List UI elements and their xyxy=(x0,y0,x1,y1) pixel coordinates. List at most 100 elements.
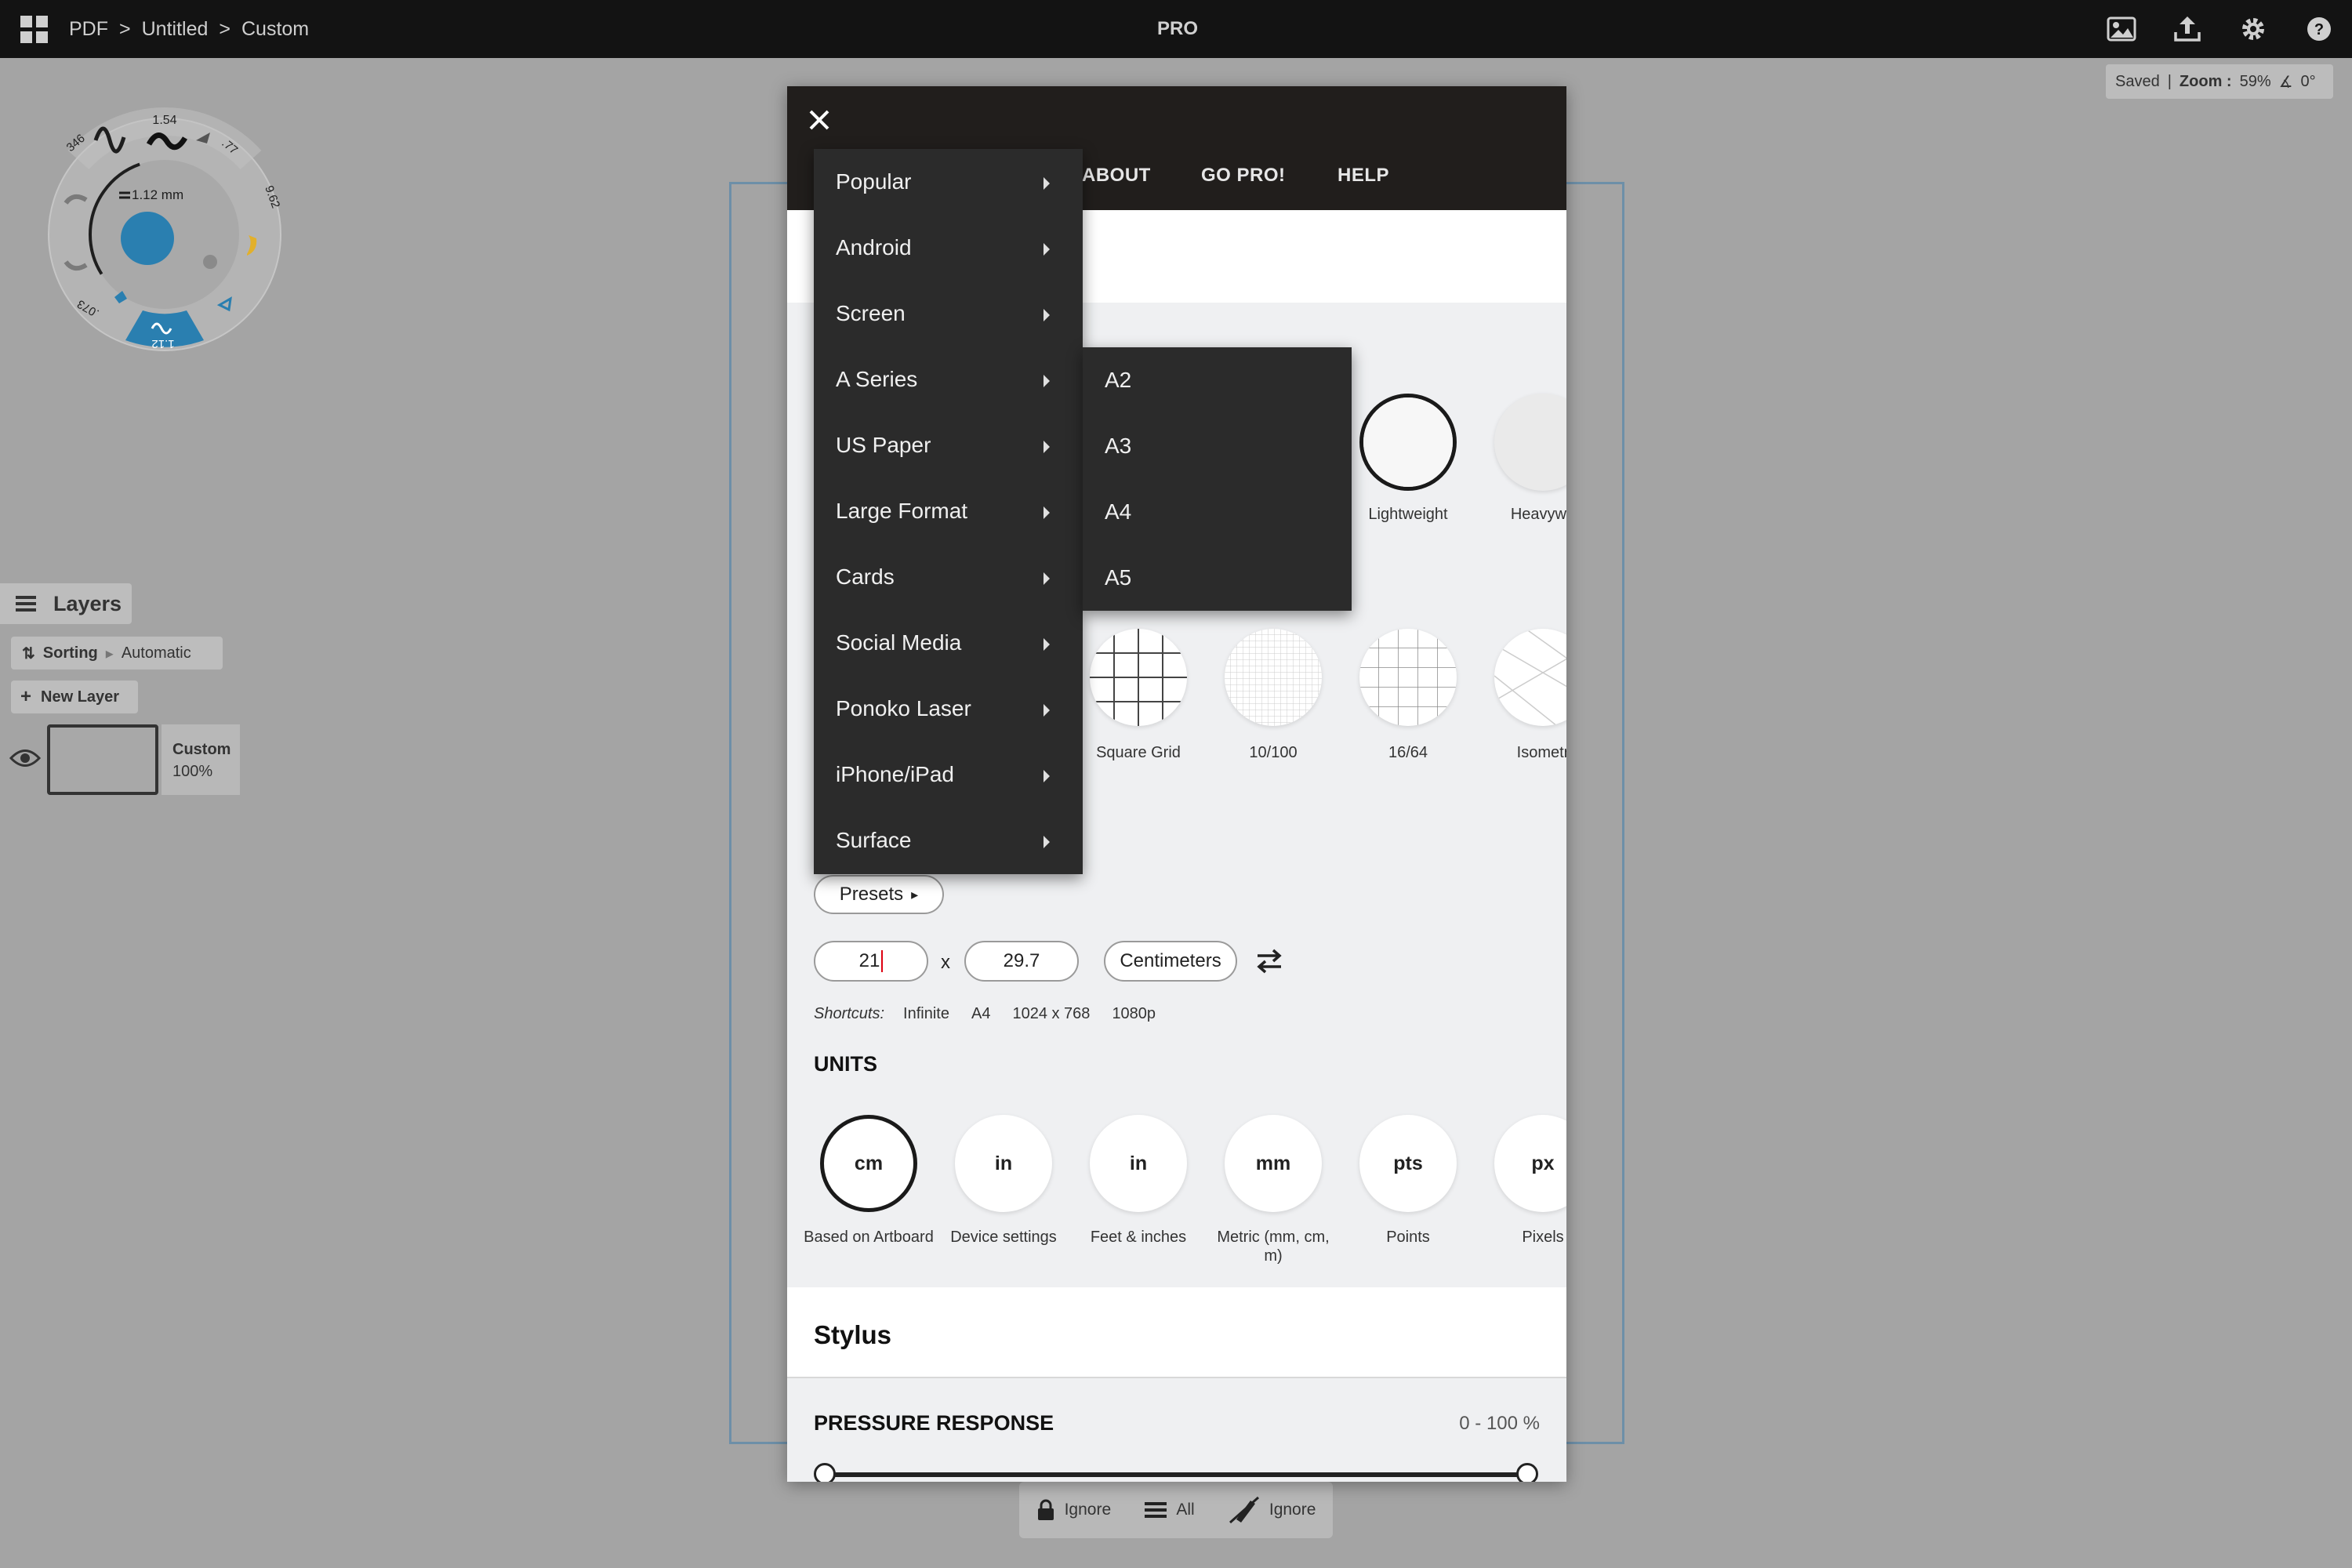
presets-button[interactable]: Presets ▸ xyxy=(814,875,944,914)
chevron-right-icon xyxy=(1044,506,1050,519)
unit-px[interactable]: px xyxy=(1494,1115,1566,1212)
image-icon[interactable] xyxy=(2106,13,2137,45)
shortcut-1080p[interactable]: 1080p xyxy=(1112,1005,1156,1029)
menu-item-us-paper[interactable]: US Paper xyxy=(814,412,1083,478)
menu-item-large-format[interactable]: Large Format xyxy=(814,478,1083,544)
menu-item-label: A Series xyxy=(836,367,918,391)
menu-item-a-series[interactable]: A Series xyxy=(814,347,1083,412)
layers-toggle-label: All xyxy=(1176,1501,1195,1519)
submenu-item-a5[interactable]: A5 xyxy=(1083,545,1352,611)
width-input[interactable]: 21 xyxy=(814,941,928,982)
menu-item-surface[interactable]: Surface xyxy=(814,808,1083,873)
menu-item-cards[interactable]: Cards xyxy=(814,544,1083,610)
pressure-slider-max-handle[interactable] xyxy=(1516,1463,1538,1482)
grid-16-64[interactable] xyxy=(1359,629,1457,726)
menu-item-label: Ponoko Laser xyxy=(836,696,971,720)
shortcut-infinite[interactable]: Infinite xyxy=(903,1005,949,1029)
unit-mm-abbr: mm xyxy=(1255,1152,1291,1174)
menu-item-ponoko-laser[interactable]: Ponoko Laser xyxy=(814,676,1083,742)
menu-item-social-media[interactable]: Social Media xyxy=(814,610,1083,676)
chevron-right-icon xyxy=(1044,375,1050,387)
breadcrumb-item-untitled[interactable]: Untitled xyxy=(142,18,209,41)
sorting-value: Automatic xyxy=(121,644,191,662)
rotation-value[interactable]: 0° xyxy=(2301,73,2316,91)
layer-opacity: 100% xyxy=(172,763,213,780)
eye-icon[interactable] xyxy=(9,746,41,770)
menu-item-android[interactable]: Android xyxy=(814,215,1083,281)
times-separator: x xyxy=(941,952,950,973)
zoom-value[interactable]: 59% xyxy=(2240,73,2271,91)
pressure-slider-min-handle[interactable] xyxy=(814,1463,836,1482)
unit-cm[interactable]: cm xyxy=(820,1115,917,1212)
tab-go-pro[interactable]: GO PRO! xyxy=(1201,165,1286,187)
menu-item-label: US Paper xyxy=(836,433,931,457)
breadcrumb-separator: > xyxy=(119,17,131,40)
chevron-right-icon: ▸ xyxy=(105,644,114,662)
lock-label: Ignore xyxy=(1064,1501,1112,1519)
layers-toggle[interactable]: All xyxy=(1145,1501,1195,1519)
brush-wheel[interactable]: 1.54 346 .77 9.62 1.12 mm .073 1.12 xyxy=(47,105,298,364)
layers-panel-header[interactable]: Layers xyxy=(0,583,132,624)
chevron-right-icon: ▸ xyxy=(911,886,919,902)
grid-icon[interactable] xyxy=(20,16,49,44)
chevron-right-icon xyxy=(1044,441,1050,453)
shortcut-1024x768[interactable]: 1024 x 768 xyxy=(1012,1005,1090,1029)
pressure-value: 0 - 100 % xyxy=(1459,1413,1540,1434)
chevron-right-icon xyxy=(1044,836,1050,848)
layers-sorting[interactable]: ⇅ Sorting ▸ Automatic xyxy=(11,637,223,670)
menu-item-label: Surface xyxy=(836,828,912,852)
stylus-heading: Stylus xyxy=(814,1320,892,1349)
menu-item-screen[interactable]: Screen xyxy=(814,281,1083,347)
shortcuts: Shortcuts: Infinite A4 1024 x 768 1080p xyxy=(814,1005,1156,1029)
unit-in-device[interactable]: in xyxy=(955,1115,1052,1212)
text-cursor xyxy=(881,950,884,972)
layer-item[interactable]: Custom 100% xyxy=(162,724,240,795)
lock-icon xyxy=(1037,1499,1054,1520)
unit-in-device-abbr: in xyxy=(994,1152,1013,1174)
help-icon[interactable]: ? xyxy=(2303,13,2335,45)
menu-item-label: Large Format xyxy=(836,499,968,523)
close-icon[interactable] xyxy=(803,103,836,136)
paper-lightweight[interactable] xyxy=(1359,394,1457,491)
pressure-heading: PRESSURE RESPONSE xyxy=(814,1411,1054,1435)
lock-toggle[interactable]: Ignore xyxy=(1036,1499,1112,1521)
tab-about[interactable]: ABOUT xyxy=(1082,165,1151,187)
gear-icon[interactable] xyxy=(2238,13,2269,45)
height-input[interactable]: 29.7 xyxy=(964,941,1079,982)
unit-pts[interactable]: pts xyxy=(1359,1115,1457,1212)
unit-select[interactable]: Centimeters xyxy=(1104,941,1237,982)
chevron-right-icon xyxy=(1044,770,1050,782)
units-heading: UNITS xyxy=(814,1052,877,1076)
brush-center-size: 1.12 mm xyxy=(132,187,183,202)
tab-help[interactable]: HELP xyxy=(1338,165,1389,187)
swap-icon[interactable] xyxy=(1254,947,1284,975)
submenu-item-a4[interactable]: A4 xyxy=(1083,479,1352,545)
shortcut-a4[interactable]: A4 xyxy=(971,1005,990,1029)
brush-bottom-value: 1.12 xyxy=(151,337,174,350)
menu-item-popular[interactable]: Popular xyxy=(814,149,1083,215)
grid-isometric[interactable] xyxy=(1494,629,1566,726)
breadcrumb-item-pdf[interactable]: PDF xyxy=(69,18,108,41)
grid-10-100[interactable] xyxy=(1225,629,1322,726)
pressure-slider-track[interactable] xyxy=(825,1472,1527,1477)
unit-cm-label: Based on Artboard xyxy=(804,1229,934,1246)
width-value: 21 xyxy=(858,950,880,971)
paper-heavyweight[interactable] xyxy=(1494,394,1566,491)
unit-mm[interactable]: mm xyxy=(1225,1115,1322,1212)
chevron-right-icon xyxy=(1044,309,1050,321)
grid-isometric-label: Isometr xyxy=(1516,744,1566,761)
upload-icon[interactable] xyxy=(2172,13,2203,45)
bottom-toolbar: Ignore All Ignore xyxy=(1019,1482,1333,1538)
menu-item-iphone-ipad[interactable]: iPhone/iPad xyxy=(814,742,1083,808)
stylus-toggle[interactable]: Ignore xyxy=(1229,1496,1316,1524)
submenu-item-a3[interactable]: A3 xyxy=(1083,413,1352,479)
app-title: PRO xyxy=(1157,18,1199,39)
layer-thumbnail[interactable] xyxy=(47,724,158,795)
unit-in-feet[interactable]: in xyxy=(1090,1115,1187,1212)
submenu-item-a2[interactable]: A2 xyxy=(1083,347,1352,413)
chevron-right-icon xyxy=(1044,243,1050,256)
new-layer-button[interactable]: + New Layer xyxy=(11,681,138,713)
grid-square[interactable] xyxy=(1090,629,1187,726)
breadcrumb-item-custom[interactable]: Custom xyxy=(241,18,309,41)
saved-status: Saved xyxy=(2115,72,2160,90)
